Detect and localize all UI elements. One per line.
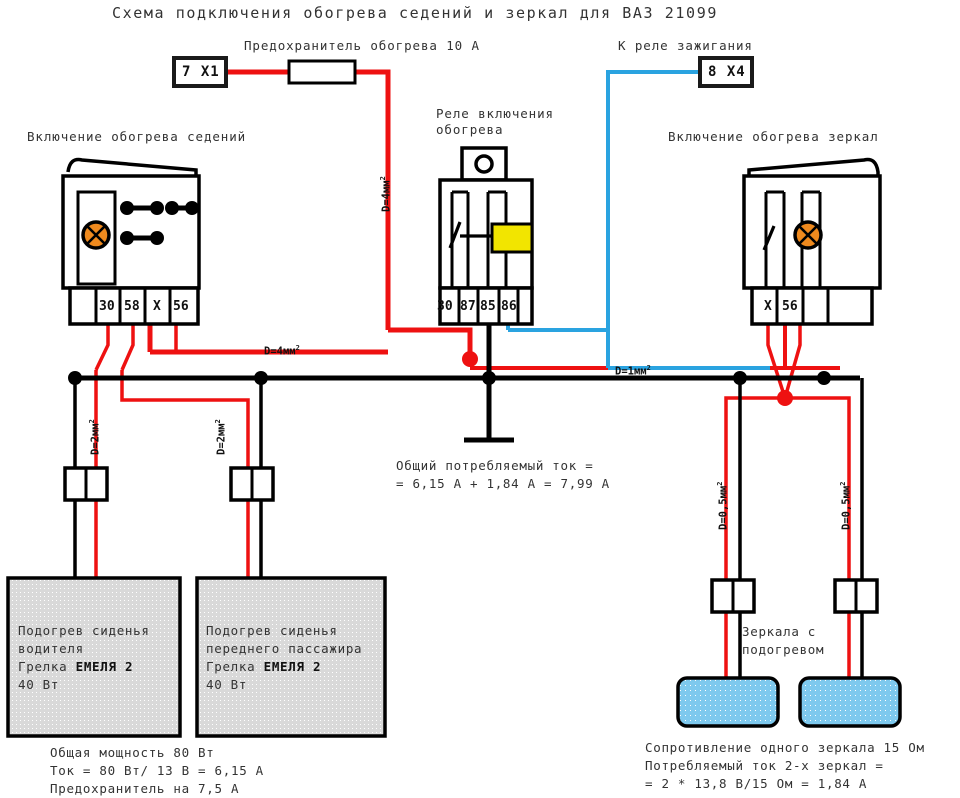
mirror-terminal-56: 56 <box>782 299 798 314</box>
relay-coil-icon <box>490 222 534 254</box>
power-line3: Предохранитель на 7,5 А <box>50 781 240 796</box>
fuse-heading: Предохранитель обогрева 10 А <box>244 38 480 53</box>
passenger-seat-line1: Подогрев сиденья <box>206 623 338 638</box>
power-line1: Общая мощность 80 Вт <box>50 745 215 760</box>
mirror-terminal-x: X <box>764 299 772 314</box>
relay-heading-line2: обогрева <box>436 122 504 137</box>
wire-mirror-left-down <box>724 396 785 580</box>
seat-terminal-x: X <box>153 299 161 314</box>
driver-seat-line1: Подогрев сиденья <box>18 623 150 638</box>
total-current-line2: = 6,15 А + 1,84 А = 7,99 А <box>396 476 610 491</box>
relay-terminal-86: 86 <box>501 299 517 314</box>
gauge-mirror-right: D=0,5мм2 <box>839 481 853 530</box>
passenger-seat-line3: Грелка ЕМЕЛЯ 2 <box>206 659 322 674</box>
gauge-horizontal-main: D=4мм2 <box>264 344 300 358</box>
junction-dot <box>733 371 747 385</box>
junction-dot <box>254 371 268 385</box>
relay-terminal-30: 30 <box>437 299 453 314</box>
relay-terminal-85: 85 <box>480 299 496 314</box>
mirror-note-line1: Сопротивление одного зеркала 15 Ом <box>645 740 925 755</box>
wire-ignition <box>606 70 700 368</box>
junction-dot-red <box>777 390 793 406</box>
mirror-switch-rocker <box>747 157 880 176</box>
ignition-relay-heading: К реле зажигания <box>618 38 753 53</box>
total-current-line1: Общий потребляемый ток = <box>396 458 594 473</box>
mirror-left <box>676 676 780 728</box>
junction-dot-red <box>462 351 478 367</box>
page-title: Схема подключения обогрева седений и зер… <box>112 4 718 22</box>
junction-dot <box>482 371 496 385</box>
gauge-seat-right: D=2мм2 <box>214 419 228 455</box>
wiring-diagram: Схема подключения обогрева седений и зер… <box>0 0 960 796</box>
wire-relay-30-feed <box>388 327 473 360</box>
seat-terminal-56: 56 <box>173 299 189 314</box>
gauge-seat-left: D=2мм2 <box>88 419 102 455</box>
wire-mirror-jump-1 <box>766 322 787 399</box>
wire-seat-jump-2 <box>120 322 135 371</box>
mirror-switch-heading: Включение обогрева зеркал <box>668 129 879 144</box>
power-line2: Ток = 80 Вт/ 13 В = 6,15 А <box>50 763 264 778</box>
seat-switch-rocker <box>66 157 198 176</box>
seat-switch-heading: Включение обогрева седений <box>27 129 247 144</box>
junction-dot <box>817 371 831 385</box>
gauge-vertical-fuse: D=4мм2 <box>379 176 393 212</box>
relay-terminal-87: 87 <box>460 299 476 314</box>
passenger-seat-line2: переднего пассажира <box>206 641 363 656</box>
gauge-horizontal-thin: D=1мм2 <box>615 364 651 378</box>
connector-left-label: 7 X1 <box>182 64 220 80</box>
driver-seat-line4: 40 Вт <box>18 677 60 692</box>
relay-heading-line1: Реле включения <box>436 106 554 121</box>
wire-mirror-jump-2 <box>783 322 802 399</box>
mirror-right <box>798 676 902 728</box>
junction-dot <box>68 371 82 385</box>
fuse-body <box>287 59 357 85</box>
wire-seat-jump-1 <box>94 322 110 371</box>
seat-terminal-58: 58 <box>124 299 140 314</box>
connector-right-label: 8 X4 <box>708 64 746 80</box>
driver-seat-line3: Грелка ЕМЕЛЯ 2 <box>18 659 134 674</box>
mirrors-label-line2: подогревом <box>742 642 825 657</box>
gauge-mirror-left: D=0,5мм2 <box>716 481 730 530</box>
mirror-note-line2: Потребляемый ток 2-х зеркал = <box>645 758 884 773</box>
passenger-seat-line4: 40 Вт <box>206 677 248 692</box>
mirror-note-line3: = 2 * 13,8 В/15 Ом = 1,84 А <box>645 776 868 791</box>
driver-seat-line2: водителя <box>18 641 84 656</box>
seat-terminal-30: 30 <box>99 299 115 314</box>
mirrors-label-line1: Зеркала с <box>742 624 817 639</box>
relay-mount-hole <box>474 154 494 174</box>
